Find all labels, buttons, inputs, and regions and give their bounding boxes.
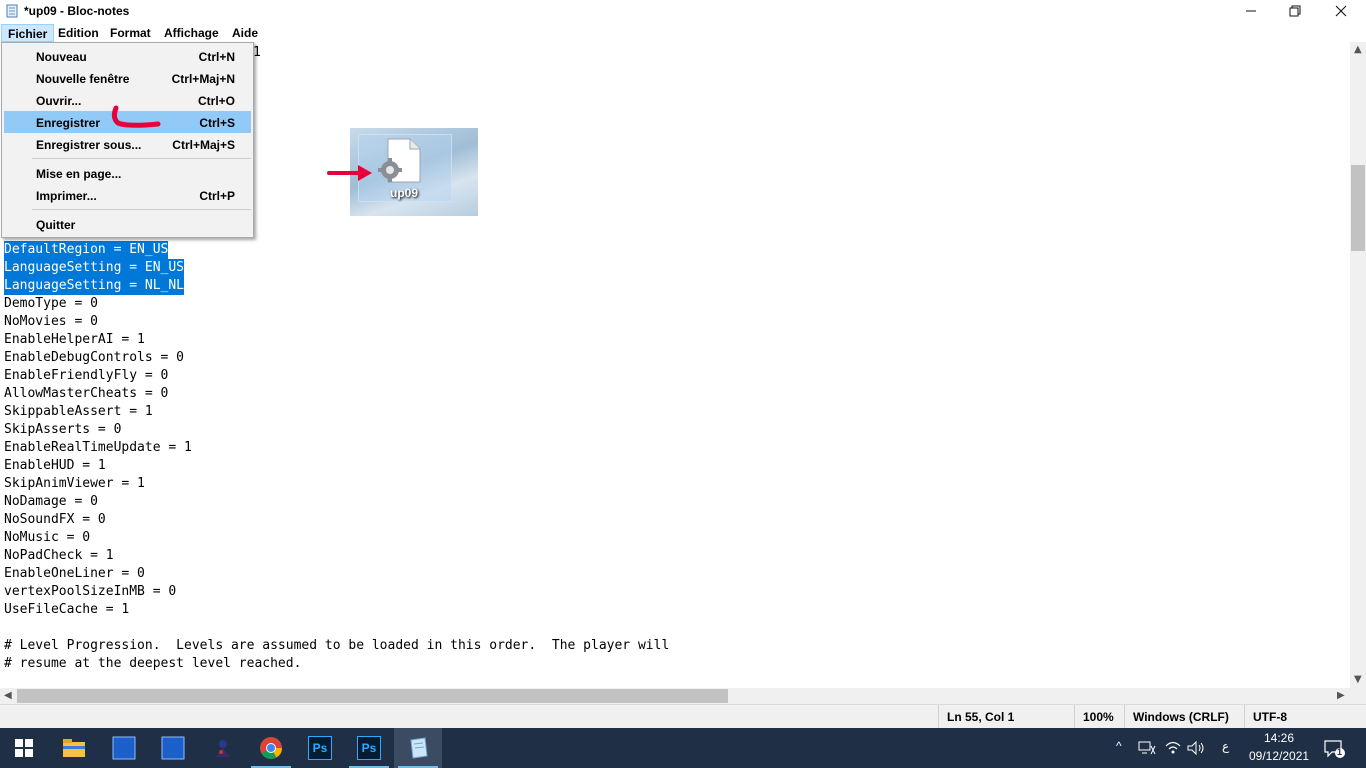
tray-chevron-icon[interactable]: ^: [1116, 739, 1122, 753]
minimize-icon[interactable]: [1228, 0, 1274, 22]
scroll-up-icon[interactable]: ▲: [1354, 44, 1362, 55]
scroll-right-icon[interactable]: ▶: [1337, 690, 1345, 701]
menu-fichier[interactable]: Fichier: [1, 24, 55, 42]
file-menu-dropdown: Nouveau Ctrl+N Nouvelle fenêtre Ctrl+Maj+N…: [1, 42, 254, 238]
red-annotation-stroke: [111, 105, 161, 128]
vertical-scroll-thumb[interactable]: [1351, 165, 1365, 251]
editor-line: EnableHUD = 1: [4, 458, 106, 473]
menu-separator: [32, 158, 251, 159]
menu-edition[interactable]: Edition: [52, 24, 105, 42]
vertical-scrollbar[interactable]: [1350, 42, 1366, 688]
menu-format[interactable]: Format: [104, 24, 157, 42]
taskbar: Ps Ps ^ ع 14:26 09/12/2021 1: [0, 728, 1366, 768]
close-icon[interactable]: [1318, 0, 1364, 22]
menu-item-nouveau[interactable]: Nouveau Ctrl+N: [4, 45, 251, 67]
editor-line: SkippableAssert = 1: [4, 404, 153, 419]
editor-line: SkipAsserts = 0: [4, 422, 122, 437]
game-icon[interactable]: [199, 728, 247, 768]
menu-item-enregistrer-sous[interactable]: Enregistrer sous... Ctrl+Maj+S: [4, 133, 251, 155]
notepad-icon[interactable]: [394, 728, 442, 768]
editor-line: NoSoundFX = 0: [4, 512, 106, 527]
language-indicator[interactable]: ع: [1222, 739, 1229, 753]
status-zoom: 100%: [1074, 705, 1124, 729]
editor-line: NoPadCheck = 1: [4, 548, 114, 563]
editor-line: EnableRealTimeUpdate = 1: [4, 440, 192, 455]
file-explorer-icon[interactable]: [50, 728, 98, 768]
menu-item-imprimer[interactable]: Imprimer... Ctrl+P: [4, 184, 251, 206]
menu-affichage[interactable]: Affichage: [158, 24, 225, 42]
scroll-left-icon[interactable]: ◀: [4, 690, 12, 701]
start-icon[interactable]: [0, 728, 48, 768]
clock-date[interactable]: 09/12/2021: [1249, 749, 1309, 763]
menu-separator: [32, 209, 251, 210]
volume-icon[interactable]: [1186, 740, 1206, 756]
settings-file-icon: [378, 138, 421, 183]
app-blue-icon[interactable]: [149, 728, 197, 768]
menu-item-nouvelle-fenetre[interactable]: Nouvelle fenêtre Ctrl+Maj+N: [4, 67, 251, 89]
editor-line: EnableOneLiner = 0: [4, 566, 145, 581]
restore-icon[interactable]: [1272, 0, 1318, 22]
status-line-ending: Windows (CRLF): [1124, 705, 1244, 729]
scrollbar-corner: [1350, 688, 1366, 704]
editor-selected-line: LanguageSetting = EN_US: [4, 259, 185, 277]
red-arrow-icon: [327, 165, 372, 181]
photoshop-icon[interactable]: Ps: [345, 728, 393, 768]
scroll-down-icon[interactable]: ▼: [1354, 674, 1362, 685]
wifi-icon[interactable]: [1164, 740, 1182, 756]
editor-line: SkipAnimViewer = 1: [4, 476, 145, 491]
editor-line: EnableHelperAI = 1: [4, 332, 145, 347]
editor-line: AllowMasterCheats = 0: [4, 386, 169, 401]
status-encoding: UTF-8: [1244, 705, 1350, 729]
status-position: Ln 55, Col 1: [938, 705, 1074, 729]
editor-line: NoMovies = 0: [4, 314, 98, 329]
editor-line: UseFileCache = 1: [4, 602, 130, 617]
editor-line: NoMusic = 0: [4, 530, 91, 545]
notification-center-icon[interactable]: [1324, 739, 1346, 759]
chrome-icon[interactable]: [247, 728, 295, 768]
menu-bar: Fichier Edition Format Affichage Aide: [0, 22, 1366, 42]
editor-selected-line: LanguageSetting = NL_NL: [4, 277, 185, 295]
editor-line: DemoType = 0: [4, 296, 98, 311]
menu-item-quitter[interactable]: Quitter: [4, 213, 251, 235]
title-bar: *up09 - Bloc-notes: [0, 0, 1366, 22]
status-bar: Ln 55, Col 1 100% Windows (CRLF) UTF-8: [0, 704, 1366, 729]
editor-line: NoDamage = 0: [4, 494, 98, 509]
editor-line: EnableDebugControls = 0: [4, 350, 185, 365]
editor-line-partial: 1: [253, 45, 261, 60]
window-title: *up09 - Bloc-notes: [24, 4, 130, 18]
editor-line: # Level Progression. Levels are assumed …: [4, 638, 670, 653]
file-name-label: up09: [389, 186, 418, 200]
editor-line: EnableFriendlyFly = 0: [4, 368, 169, 383]
photoshop-icon[interactable]: Ps: [296, 728, 344, 768]
menu-item-mise-en-page[interactable]: Mise en page...: [4, 162, 251, 184]
notepad-app-icon: [6, 4, 18, 18]
horizontal-scroll-thumb[interactable]: [17, 689, 728, 703]
editor-selected-line: DefaultRegion = EN_US: [4, 241, 169, 259]
editor-line: # resume at the deepest level reached.: [4, 656, 302, 671]
notification-count: 1: [1337, 747, 1343, 757]
editor-line: vertexPoolSizeInMB = 0: [4, 584, 177, 599]
network-icon[interactable]: [1138, 740, 1156, 756]
menu-aide[interactable]: Aide: [226, 24, 264, 42]
clock-time[interactable]: 14:26: [1264, 731, 1294, 745]
app-blue-icon[interactable]: [100, 728, 148, 768]
